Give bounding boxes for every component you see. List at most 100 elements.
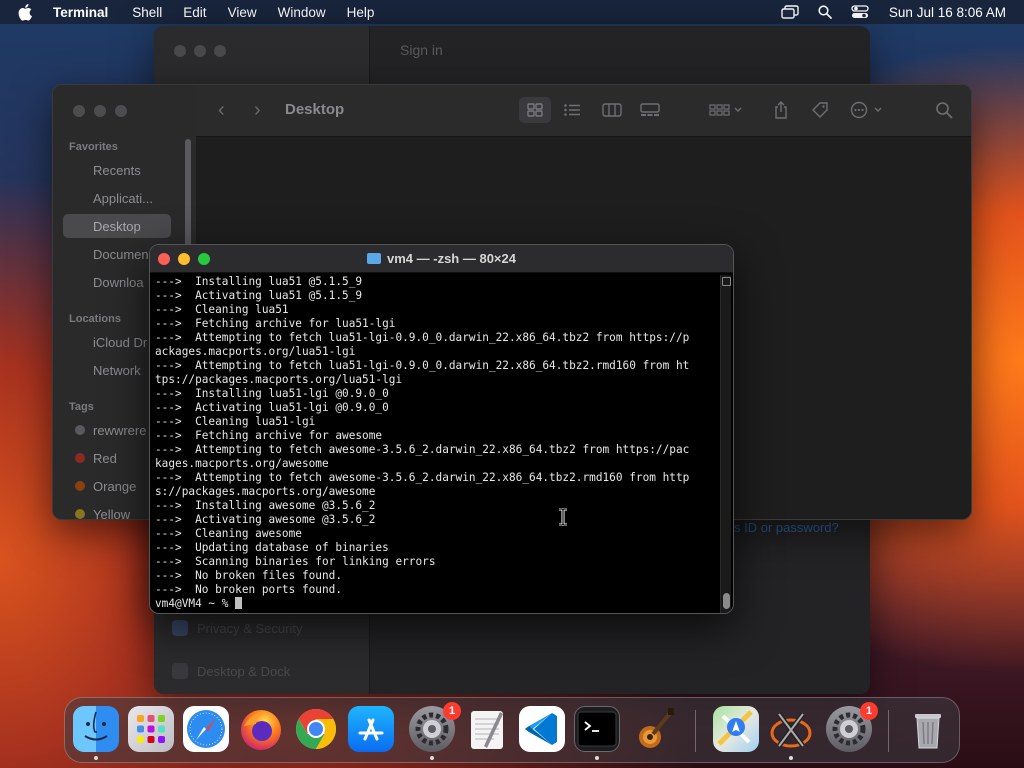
menu-help[interactable]: Help [347,5,375,20]
guitar-icon [639,708,674,748]
scrollbar-corner-icon[interactable] [722,277,731,286]
terminal-titlebar[interactable]: vm4 — -zsh — 80×24 [150,245,733,273]
finder-window-controls [73,105,136,117]
terminal-line: ---> Attempting to fetch awesome-3.5.6_2… [155,443,690,456]
column-view-icon[interactable] [598,97,626,123]
apple-logo-icon[interactable] [18,3,34,21]
menu-window[interactable]: Window [278,5,326,20]
list-view-icon[interactable] [558,97,586,123]
menu-edit[interactable]: Edit [183,5,206,20]
sidebar-section-favorites: Favorites [69,141,118,153]
terminal-line: ---> Cleaning lua51 [155,303,289,316]
terminal-icon [577,711,617,747]
dock-firefox[interactable] [238,706,284,752]
tag-color-dot [75,453,85,463]
gallery-view-icon[interactable] [636,97,664,123]
sidebar-item-desktop[interactable]: Desktop [63,214,171,238]
zoom-button[interactable] [115,105,127,117]
action-menu-icon[interactable] [848,97,888,123]
sidebar-item-applications[interactable]: Applicati... [63,186,171,210]
screen-mirroring-icon[interactable] [780,4,800,20]
sidebar-item-label: iCloud Dr [93,334,148,350]
safari-icon [187,710,225,748]
forgot-password-link[interactable]: s ID or password? [734,520,839,535]
spotlight-search-icon[interactable] [815,4,835,20]
dock-xquartz[interactable] [768,706,814,752]
back-chevron-icon[interactable]: ‹ [218,99,225,122]
notification-badge: 1 [443,702,461,720]
terminal-line: ---> Attempting to fetch awesome-3.5.6_2… [155,471,690,484]
dock-system-settings-2[interactable]: 1 [826,702,878,752]
close-button[interactable] [73,105,85,117]
dock-terminal[interactable] [574,706,620,752]
vscode-icon [525,713,557,745]
control-center-icon[interactable] [850,4,870,20]
terminal-prompt: vm4@VM4 ~ % [155,597,236,610]
desktop-dock-icon [172,663,188,679]
forward-chevron-icon[interactable]: › [254,99,261,122]
icon-view-icon[interactable] [519,97,551,123]
dock-separator [695,710,696,752]
dock-separator [888,710,889,752]
menu-app-name[interactable]: Terminal [53,5,108,20]
textedit-icon [471,711,503,749]
dock-chrome[interactable] [293,706,339,752]
menu-bar-clock[interactable]: Sun Jul 16 8:06 AM [889,5,1006,20]
terminal-line: ---> Cleaning awesome [155,527,302,540]
terminal-title-text: vm4 — -zsh — 80×24 [387,251,516,266]
terminal-output[interactable]: ---> Installing lua51 @5.1.5_9 ---> Activ… [155,275,720,611]
dock-vscode[interactable] [519,706,565,752]
terminal-line: tps://packages.macports.org/lua51-lgi [155,373,403,386]
terminal-line: kages.macports.org/awesome [155,457,329,470]
menu-view[interactable]: View [228,5,257,20]
terminal-window[interactable]: vm4 — -zsh — 80×24 ---> Installing lua51… [149,244,734,614]
privacy-hand-icon [172,620,188,636]
terminal-prompt-line[interactable]: vm4@VM4 ~ % [155,597,720,611]
sidebar-item-label: Desktop [93,218,141,234]
sidebar-item-recents[interactable]: Recents [63,158,171,182]
tag-color-dot [75,509,85,519]
maps-icon [717,710,753,746]
group-by-icon[interactable] [706,97,746,123]
sidebar-item-label: Applicati... [93,190,153,206]
terminal-line: ---> Scanning binaries for linking error… [155,555,436,568]
terminal-scrollbar[interactable] [720,275,731,613]
sidebar-item-label: Downloa [93,274,144,290]
dock-finder[interactable] [73,706,119,752]
terminal-line: ---> Activating lua51 @5.1.5_9 [155,289,363,302]
sidebar-item-label: Recents [93,162,141,178]
settings-row-desktop-dock[interactable]: Desktop & Dock [172,663,290,679]
dock: 1 1 [64,697,960,763]
terminal-line: ---> Attempting to fetch lua51-lgi-0.9.0… [155,331,690,344]
dock-app-store[interactable] [348,706,394,752]
dock-trash[interactable] [905,706,951,752]
tag-color-dot [75,481,85,491]
scrollbar-thumb[interactable] [723,593,730,609]
dock-maps[interactable] [713,706,759,752]
menu-shell[interactable]: Shell [132,5,162,20]
sidebar-item-label: Documen [93,246,149,262]
dock-system-settings[interactable]: 1 [409,702,461,752]
notification-badge: 1 [860,702,878,720]
minimize-button[interactable] [94,105,106,117]
sidebar-item-label: Network [93,362,141,378]
tag-label: Yellow [93,506,131,520]
launchpad-icon [137,715,165,743]
terminal-line: ---> Installing lua51 @5.1.5_9 [155,275,363,288]
running-indicator [94,756,98,760]
tag-color-dot [75,425,85,435]
share-icon[interactable] [770,97,792,123]
settings-row-label: Desktop & Dock [197,663,291,679]
terminal-title: vm4 — -zsh — 80×24 [150,251,733,266]
settings-row-privacy[interactable]: Privacy & Security [172,620,302,636]
dock-launchpad[interactable] [128,706,174,752]
tag-icon[interactable] [808,97,832,123]
running-indicator [789,756,793,760]
dock-textedit[interactable] [464,706,510,752]
ibeam-cursor-icon [559,508,567,526]
dock-safari[interactable] [183,706,229,752]
dock-guitar-app[interactable] [633,706,679,752]
search-icon[interactable] [931,97,957,123]
chrome-icon [296,709,336,749]
tag-label: Red [93,450,117,466]
